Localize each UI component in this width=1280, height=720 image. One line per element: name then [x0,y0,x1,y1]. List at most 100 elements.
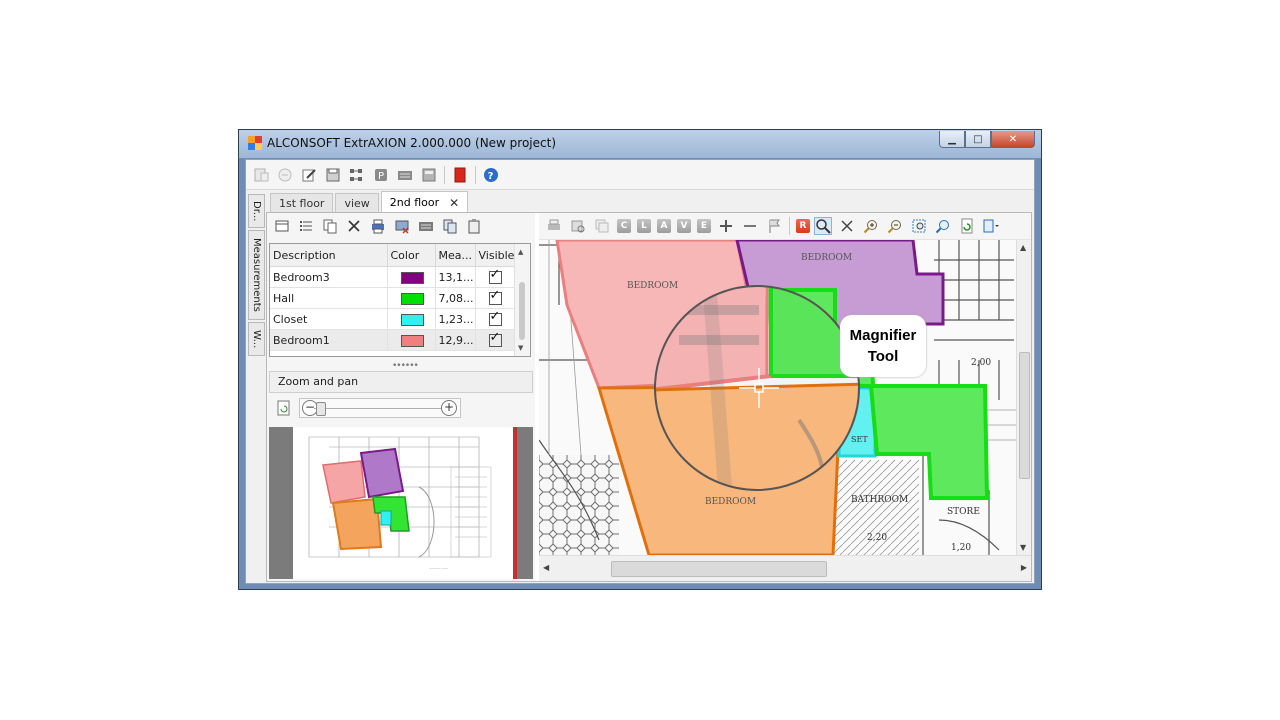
zoom-out-icon[interactable] [886,217,904,235]
list-icon[interactable] [297,217,315,235]
plan-dimension: 1,20 [951,543,971,553]
column-header-measure[interactable]: Mea... [435,244,476,267]
windows-icon[interactable] [593,217,611,235]
calculator-icon[interactable] [420,166,438,184]
zoom-in-icon[interactable] [862,217,880,235]
side-tab-w[interactable]: W... [248,322,265,356]
zoom-pan-header: Zoom and pan [269,371,533,393]
scroll-up-icon[interactable]: ▲ [518,248,523,256]
row-visible-cell [475,308,515,330]
refresh-icon[interactable] [958,217,976,235]
row-description: Hall [270,287,388,309]
pane-splitter[interactable]: •••••• [392,361,419,371]
scrollbar-thumb[interactable] [519,282,525,340]
visible-checkbox[interactable] [488,309,502,326]
visible-checkbox[interactable] [488,288,502,305]
table-row[interactable]: Closet 1,23... [270,308,515,330]
tab-close-icon[interactable]: ✕ [449,196,459,210]
delete-icon[interactable] [345,217,363,235]
color-swatch[interactable] [400,292,424,305]
side-panel-tabs: Dr... Measurements W... [248,194,265,358]
l-tool-button[interactable]: L [637,219,651,233]
tab-2nd-floor[interactable]: 2nd floor ✕ [380,191,469,213]
edit-icon[interactable] [300,166,318,184]
print-preview-icon[interactable] [569,217,587,235]
zoom-in-icon[interactable]: + [441,400,457,416]
minimize-button[interactable]: ▁ [939,131,965,148]
table-row[interactable]: Bedroom1 12,9... [270,329,515,351]
plan-label-store: STORE [947,507,980,517]
open-project-icon[interactable] [276,166,294,184]
table-scrollbar[interactable]: ▲ ▼ [514,244,530,356]
more-tools-dropdown-icon[interactable] [982,217,1000,235]
column-header-visible[interactable]: Visible [475,244,515,267]
visible-checkbox[interactable] [488,330,502,347]
side-tab-drawings[interactable]: Dr... [248,194,265,228]
tab-view[interactable]: view [335,193,379,213]
save-icon[interactable] [324,166,342,184]
duplicate-icon[interactable] [441,217,459,235]
color-swatch[interactable] [400,334,424,347]
vertical-scrollbar[interactable]: ▲ ▼ [1016,240,1031,555]
print-icon[interactable] [545,217,563,235]
row-color-cell [387,308,436,330]
column-header-color[interactable]: Color [387,244,436,267]
export-icon[interactable] [393,217,411,235]
scrollbar-thumb[interactable] [611,561,827,577]
cancel-icon[interactable] [838,217,856,235]
document-tabs: 1st floor view 2nd floor ✕ [270,191,470,213]
properties-icon[interactable]: P [372,166,390,184]
toolbar-separator [789,217,790,235]
keyboard-icon[interactable] [396,166,414,184]
book-icon[interactable] [451,166,469,184]
keyboard-icon[interactable] [417,217,435,235]
row-color-cell [387,287,436,309]
zoom-window-icon[interactable] [934,217,952,235]
zoom-slider-thumb[interactable] [316,402,326,416]
scroll-down-icon[interactable]: ▼ [518,344,523,352]
tab-1st-floor[interactable]: 1st floor [270,193,334,213]
print-icon[interactable] [369,217,387,235]
scrollbar-thumb[interactable] [1019,352,1030,479]
overview-thumbnail[interactable]: ———— —— [269,427,533,579]
copy-icon[interactable] [321,217,339,235]
add-icon[interactable] [717,217,735,235]
zoom-slider[interactable]: − + [299,398,461,418]
measurements-table: Description Color Mea... Visible Bedroom… [269,243,531,357]
minimize-icon: ▁ [948,133,956,145]
plan-label-bedroom: BEDROOM [627,281,678,291]
horizontal-scrollbar[interactable]: ◀ ▶ [539,555,1031,581]
r-tool-button[interactable]: R [796,219,810,233]
close-button[interactable]: ✕ [991,131,1035,148]
scroll-up-icon[interactable]: ▲ [1020,243,1026,252]
v-tool-button[interactable]: V [677,219,691,233]
paste-icon[interactable] [465,217,483,235]
visible-checkbox[interactable] [488,267,502,284]
a-tool-button[interactable]: A [657,219,671,233]
client-area: P ? Dr... Measurements W... 1st floor vi… [245,159,1035,584]
scroll-right-icon[interactable]: ▶ [1021,563,1027,572]
c-tool-button[interactable]: C [617,219,631,233]
zoom-extents-icon[interactable] [910,217,928,235]
title-bar[interactable]: ALCONSOFT ExtrAXION 2.000.000 (New proje… [239,130,1041,158]
side-tab-measurements[interactable]: Measurements [248,230,265,320]
table-row[interactable]: Bedroom3 13,1... [270,266,515,288]
flag-icon[interactable] [765,217,783,235]
e-tool-button[interactable]: E [697,219,711,233]
remove-icon[interactable] [741,217,759,235]
color-swatch[interactable] [400,271,424,284]
tab-label: 1st floor [279,197,325,210]
new-measurement-icon[interactable] [273,217,291,235]
magnifier-tool-icon[interactable] [814,217,832,235]
scroll-down-icon[interactable]: ▼ [1020,543,1026,552]
new-project-icon[interactable] [252,166,270,184]
layers-icon[interactable] [348,166,366,184]
refresh-icon[interactable] [275,399,293,417]
maximize-button[interactable]: □ [965,131,991,148]
column-header-description[interactable]: Description [270,244,388,267]
drawing-canvas[interactable]: BEDROOM BEDROOM BEDROOM BATHROOM STORE S… [539,240,1017,555]
scroll-left-icon[interactable]: ◀ [543,563,549,572]
help-icon[interactable]: ? [482,166,500,184]
table-row[interactable]: Hall 7,08... [270,287,515,309]
color-swatch[interactable] [400,313,424,326]
